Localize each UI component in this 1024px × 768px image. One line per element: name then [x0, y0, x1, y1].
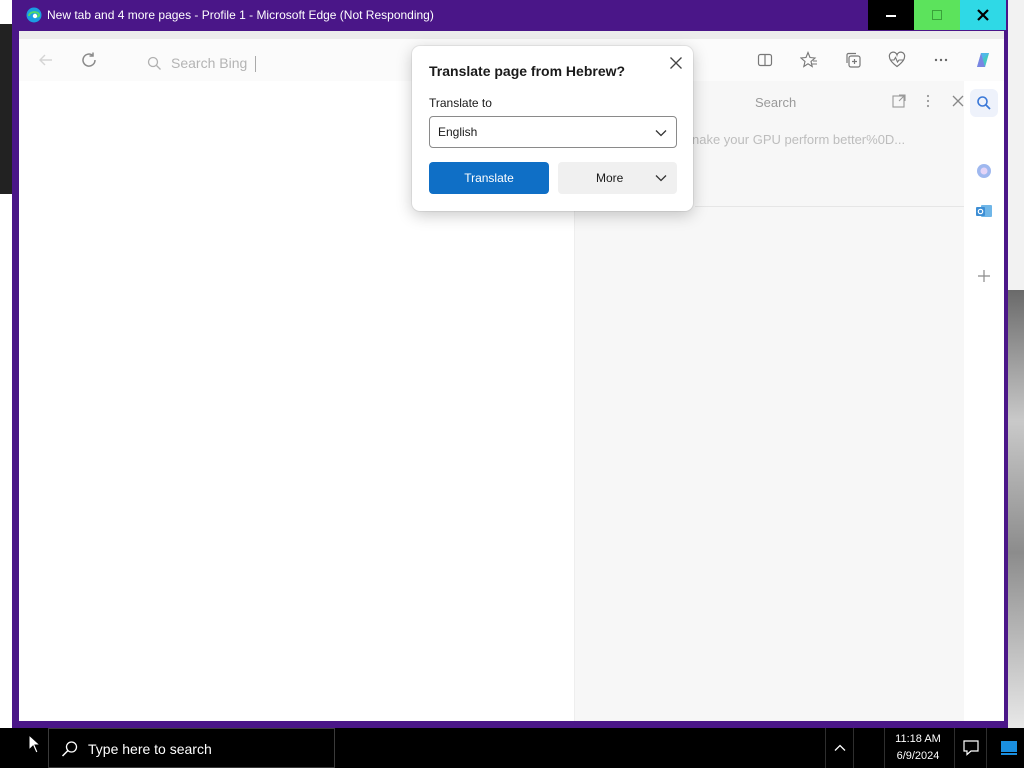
- title-bar[interactable]: New tab and 4 more pages - Profile 1 - M…: [12, 0, 1008, 31]
- mouse-pointer-icon: [28, 734, 42, 754]
- edge-logo-icon: [26, 7, 42, 23]
- desktop-preview-icon: [1001, 741, 1017, 755]
- selected-language: English: [438, 125, 478, 139]
- plus-icon: [978, 270, 990, 282]
- maximize-icon: [932, 10, 942, 20]
- target-language-select[interactable]: English: [429, 116, 677, 148]
- favorites-star-icon: [800, 51, 817, 68]
- chevron-down-icon: [655, 175, 667, 182]
- split-screen-button[interactable]: [752, 47, 778, 73]
- notification-icon: [963, 740, 979, 756]
- desktop-wallpaper-strip: [1008, 290, 1024, 728]
- maximize-button[interactable]: [914, 0, 960, 30]
- text-caret: [255, 56, 256, 72]
- side-panel-query-text[interactable]: nake your GPU perform better%0D...: [692, 132, 905, 147]
- collections-icon: [846, 52, 861, 68]
- copilot-icon: [977, 53, 989, 67]
- translate-popup: Translate page from Hebrew? Translate to…: [412, 46, 693, 211]
- clock-text: 11:18 AM 6/9/2024: [885, 731, 951, 765]
- browser-essentials-button[interactable]: [884, 47, 910, 73]
- clock-area[interactable]: 11:18 AM 6/9/2024: [884, 728, 954, 768]
- refresh-button[interactable]: [76, 47, 102, 73]
- close-icon: [977, 9, 989, 21]
- settings-more-button[interactable]: [928, 47, 954, 73]
- chevron-up-icon: [834, 744, 846, 751]
- favorites-button[interactable]: [796, 47, 822, 73]
- desktop-left-edge: [0, 0, 12, 728]
- search-bing-field[interactable]: Search Bing: [139, 53, 369, 75]
- start-button[interactable]: [0, 728, 48, 768]
- side-panel-divider: [695, 206, 965, 207]
- copilot-button[interactable]: [970, 47, 996, 73]
- desktop-left-bar: [0, 24, 12, 194]
- translate-to-label: Translate to: [429, 96, 492, 110]
- sidebar-outlook-button[interactable]: [974, 201, 994, 221]
- edge-sidebar-rail: [964, 81, 1004, 721]
- close-icon: [670, 57, 682, 69]
- translate-popup-title: Translate page from Hebrew?: [429, 63, 626, 79]
- show-hidden-icons-button[interactable]: [825, 728, 853, 768]
- search-icon: [977, 96, 991, 110]
- back-arrow-icon: [39, 54, 52, 66]
- minimize-button[interactable]: [868, 0, 914, 30]
- action-center-button[interactable]: [954, 728, 986, 768]
- split-screen-icon: [757, 53, 773, 67]
- collections-button[interactable]: [840, 47, 866, 73]
- search-bing-placeholder: Search Bing: [171, 55, 248, 71]
- taskbar: Type here to search 11:18 AM 6/9/2024: [0, 728, 1024, 768]
- taskbar-search-placeholder: Type here to search: [88, 741, 212, 757]
- show-desktop-button[interactable]: [986, 728, 1024, 768]
- search-icon: [147, 56, 161, 70]
- clock-time: 11:18 AM: [895, 733, 941, 745]
- sidebar-copilot-app-button[interactable]: [974, 161, 994, 181]
- tab-strip[interactable]: [19, 31, 1004, 39]
- refresh-icon: [82, 52, 96, 67]
- side-panel-title: Search: [755, 95, 797, 110]
- desktop-right-edge: [1008, 0, 1024, 728]
- sidebar-search-button[interactable]: [970, 89, 998, 117]
- back-button[interactable]: [33, 47, 59, 73]
- close-window-button[interactable]: [960, 0, 1006, 30]
- chevron-down-icon: [655, 130, 667, 137]
- clock-date: 6/9/2024: [896, 750, 940, 762]
- more-button[interactable]: More: [558, 162, 677, 194]
- tray-empty-slot: [853, 728, 884, 768]
- open-in-new-tab-icon[interactable]: [891, 93, 907, 109]
- window-title: New tab and 4 more pages - Profile 1 - M…: [47, 8, 434, 22]
- more-dots-icon: [934, 58, 948, 62]
- translate-popup-close-button[interactable]: [667, 54, 685, 72]
- copilot-app-icon: [977, 164, 991, 178]
- translate-button[interactable]: Translate: [429, 162, 549, 194]
- more-button-label: More: [596, 171, 624, 185]
- panel-more-options-icon[interactable]: [920, 93, 936, 109]
- search-icon: [61, 741, 78, 757]
- heart-pulse-icon: [888, 51, 906, 68]
- taskbar-search-box[interactable]: Type here to search: [48, 728, 335, 768]
- outlook-icon: [976, 205, 992, 217]
- minimize-icon: [886, 15, 896, 17]
- sidebar-add-button[interactable]: [974, 266, 994, 286]
